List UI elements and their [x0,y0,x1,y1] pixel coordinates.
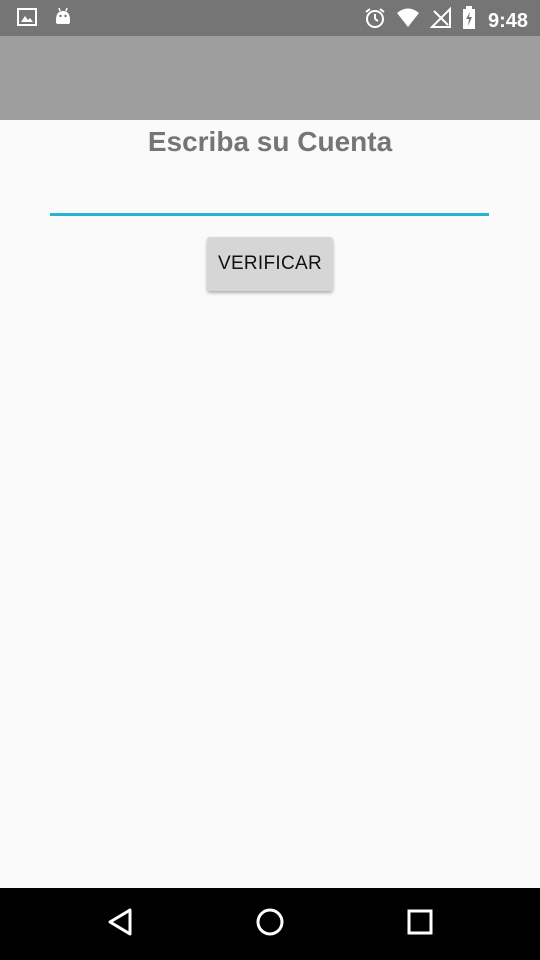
android-icon [52,6,74,33]
status-bar: 9:48 [0,0,540,36]
navigation-bar [0,888,540,960]
wifi-icon [396,7,420,34]
account-input[interactable] [50,176,489,216]
back-icon [105,907,135,942]
no-signal-icon [429,6,452,34]
recents-button[interactable] [402,906,438,942]
status-time: 9:48 [487,9,528,32]
home-icon [255,907,285,942]
verify-button[interactable]: VERIFICAR [207,237,333,291]
app-bar [0,36,540,120]
battery-icon [462,6,476,35]
image-icon [16,6,38,33]
page-title: Escriba su Cuenta [147,126,393,157]
recents-icon [405,907,435,942]
home-button[interactable] [252,906,288,942]
alarm-icon [364,7,386,34]
main-content: Escriba su Cuenta VERIFICAR [0,120,540,888]
back-button[interactable] [102,906,138,942]
